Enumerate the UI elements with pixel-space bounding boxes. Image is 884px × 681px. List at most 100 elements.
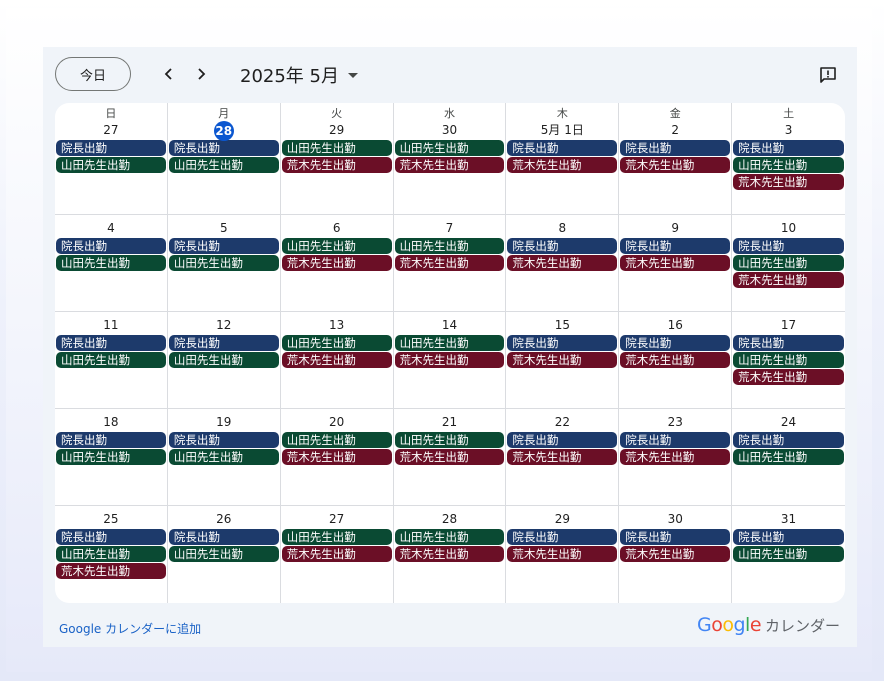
date-number[interactable]: 19: [168, 413, 280, 431]
event-chip[interactable]: 荒木先生出勤: [281, 255, 392, 271]
date-number[interactable]: 30: [619, 510, 731, 528]
event-chip[interactable]: 山田先生出勤: [168, 157, 279, 173]
date-number[interactable]: 15: [506, 316, 618, 334]
event-chip[interactable]: 荒木先生出勤: [507, 449, 618, 465]
day-cell[interactable]: 7 山田先生出勤 荒木先生出勤: [393, 215, 507, 312]
date-number[interactable]: 27: [281, 510, 393, 528]
date-number[interactable]: 22: [506, 413, 618, 431]
date-number[interactable]: 17: [732, 316, 845, 334]
event-chip[interactable]: 荒木先生出勤: [281, 449, 392, 465]
event-chip[interactable]: 山田先生出勤: [394, 140, 505, 156]
date-number[interactable]: 20: [281, 413, 393, 431]
date-number[interactable]: 7: [394, 219, 506, 237]
date-number[interactable]: 30: [394, 121, 506, 139]
event-chip[interactable]: 荒木先生出勤: [620, 352, 731, 368]
day-cell[interactable]: 18 院長出勤 山田先生出勤: [55, 409, 168, 506]
day-cell[interactable]: 10 院長出勤 山田先生出勤 荒木先生出勤: [732, 215, 845, 312]
event-chip[interactable]: 院長出勤: [168, 335, 279, 351]
today-date-number[interactable]: 28: [168, 121, 280, 141]
day-cell[interactable]: 金 2 院長出勤 荒木先生出勤: [619, 103, 733, 215]
event-chip[interactable]: 山田先生出勤: [733, 449, 844, 465]
event-chip[interactable]: 荒木先生出勤: [394, 352, 505, 368]
event-chip[interactable]: 院長出勤: [56, 529, 166, 545]
day-cell[interactable]: 木 5月 1日 院長出勤 荒木先生出勤: [506, 103, 620, 215]
date-number[interactable]: 3: [732, 121, 845, 139]
date-number[interactable]: 25: [55, 510, 167, 528]
event-chip[interactable]: 院長出勤: [733, 335, 844, 351]
date-number[interactable]: 12: [168, 316, 280, 334]
event-chip[interactable]: 荒木先生出勤: [281, 352, 392, 368]
day-cell[interactable]: 水 30 山田先生出勤 荒木先生出勤: [393, 103, 507, 215]
event-chip[interactable]: 山田先生出勤: [281, 432, 392, 448]
event-chip[interactable]: 院長出勤: [620, 238, 731, 254]
day-cell[interactable]: 6 山田先生出勤 荒木先生出勤: [280, 215, 394, 312]
date-number[interactable]: 14: [394, 316, 506, 334]
date-number[interactable]: 24: [732, 413, 845, 431]
event-chip[interactable]: 荒木先生出勤: [394, 157, 505, 173]
event-chip[interactable]: 院長出勤: [507, 529, 618, 545]
day-cell[interactable]: 17 院長出勤 山田先生出勤 荒木先生出勤: [732, 312, 845, 409]
day-cell[interactable]: 19 院長出勤 山田先生出勤: [167, 409, 281, 506]
date-number[interactable]: 10: [732, 219, 845, 237]
event-chip[interactable]: 山田先生出勤: [733, 352, 844, 368]
event-chip[interactable]: 院長出勤: [507, 140, 618, 156]
date-number[interactable]: 11: [55, 316, 167, 334]
event-chip[interactable]: 院長出勤: [168, 140, 279, 156]
event-chip[interactable]: 荒木先生出勤: [507, 546, 618, 562]
event-chip[interactable]: 山田先生出勤: [733, 546, 844, 562]
event-chip[interactable]: 山田先生出勤: [168, 255, 279, 271]
event-chip[interactable]: 院長出勤: [507, 238, 618, 254]
event-chip[interactable]: 山田先生出勤: [56, 352, 166, 368]
date-number[interactable]: 21: [394, 413, 506, 431]
event-chip[interactable]: 院長出勤: [56, 335, 166, 351]
event-chip[interactable]: 山田先生出勤: [733, 255, 844, 271]
day-cell[interactable]: 火 29 山田先生出勤 荒木先生出勤: [280, 103, 394, 215]
event-chip[interactable]: 荒木先生出勤: [620, 255, 731, 271]
event-chip[interactable]: 山田先生出勤: [56, 255, 166, 271]
day-cell[interactable]: 11 院長出勤 山田先生出勤: [55, 312, 168, 409]
event-chip[interactable]: 山田先生出勤: [394, 238, 505, 254]
event-chip[interactable]: 院長出勤: [507, 335, 618, 351]
event-chip[interactable]: 山田先生出勤: [281, 335, 392, 351]
day-cell[interactable]: 25 院長出勤 山田先生出勤 荒木先生出勤: [55, 506, 168, 603]
day-cell[interactable]: 13 山田先生出勤 荒木先生出勤: [280, 312, 394, 409]
day-cell[interactable]: 月 28 院長出勤 山田先生出勤: [167, 103, 281, 215]
event-chip[interactable]: 院長出勤: [620, 529, 731, 545]
date-number[interactable]: 13: [281, 316, 393, 334]
event-chip[interactable]: 院長出勤: [56, 432, 166, 448]
event-chip[interactable]: 荒木先生出勤: [394, 255, 505, 271]
day-cell[interactable]: 30 院長出勤 荒木先生出勤: [619, 506, 733, 603]
event-chip[interactable]: 院長出勤: [620, 335, 731, 351]
event-chip[interactable]: 山田先生出勤: [281, 140, 392, 156]
next-month-button[interactable]: [187, 60, 215, 88]
event-chip[interactable]: 院長出勤: [168, 238, 279, 254]
event-chip[interactable]: 荒木先生出勤: [507, 352, 618, 368]
event-chip[interactable]: 院長出勤: [733, 140, 844, 156]
date-number[interactable]: 18: [55, 413, 167, 431]
event-chip[interactable]: 院長出勤: [733, 529, 844, 545]
event-chip[interactable]: 山田先生出勤: [56, 157, 166, 173]
day-cell[interactable]: 9 院長出勤 荒木先生出勤: [619, 215, 733, 312]
date-number[interactable]: 28: [394, 510, 506, 528]
day-cell[interactable]: 29 院長出勤 荒木先生出勤: [506, 506, 620, 603]
event-chip[interactable]: 山田先生出勤: [168, 352, 279, 368]
event-chip[interactable]: 荒木先生出勤: [394, 449, 505, 465]
event-chip[interactable]: 荒木先生出勤: [620, 157, 731, 173]
date-number[interactable]: 2: [619, 121, 731, 139]
day-cell[interactable]: 31 院長出勤 山田先生出勤: [732, 506, 845, 603]
event-chip[interactable]: 山田先生出勤: [168, 449, 279, 465]
date-number[interactable]: 16: [619, 316, 731, 334]
day-cell[interactable]: 15 院長出勤 荒木先生出勤: [506, 312, 620, 409]
event-chip[interactable]: 院長出勤: [733, 432, 844, 448]
event-chip[interactable]: 山田先生出勤: [733, 157, 844, 173]
date-number[interactable]: 31: [732, 510, 845, 528]
day-cell[interactable]: 8 院長出勤 荒木先生出勤: [506, 215, 620, 312]
day-cell[interactable]: 26 院長出勤 山田先生出勤: [168, 506, 281, 603]
event-chip[interactable]: 院長出勤: [56, 238, 166, 254]
date-number[interactable]: 29: [281, 121, 393, 139]
event-chip[interactable]: 山田先生出勤: [56, 546, 166, 562]
day-cell[interactable]: 16 院長出勤 荒木先生出勤: [619, 312, 733, 409]
day-cell[interactable]: 5 院長出勤 山田先生出勤: [167, 215, 281, 312]
previous-month-button[interactable]: [155, 60, 183, 88]
date-number[interactable]: 26: [168, 510, 280, 528]
